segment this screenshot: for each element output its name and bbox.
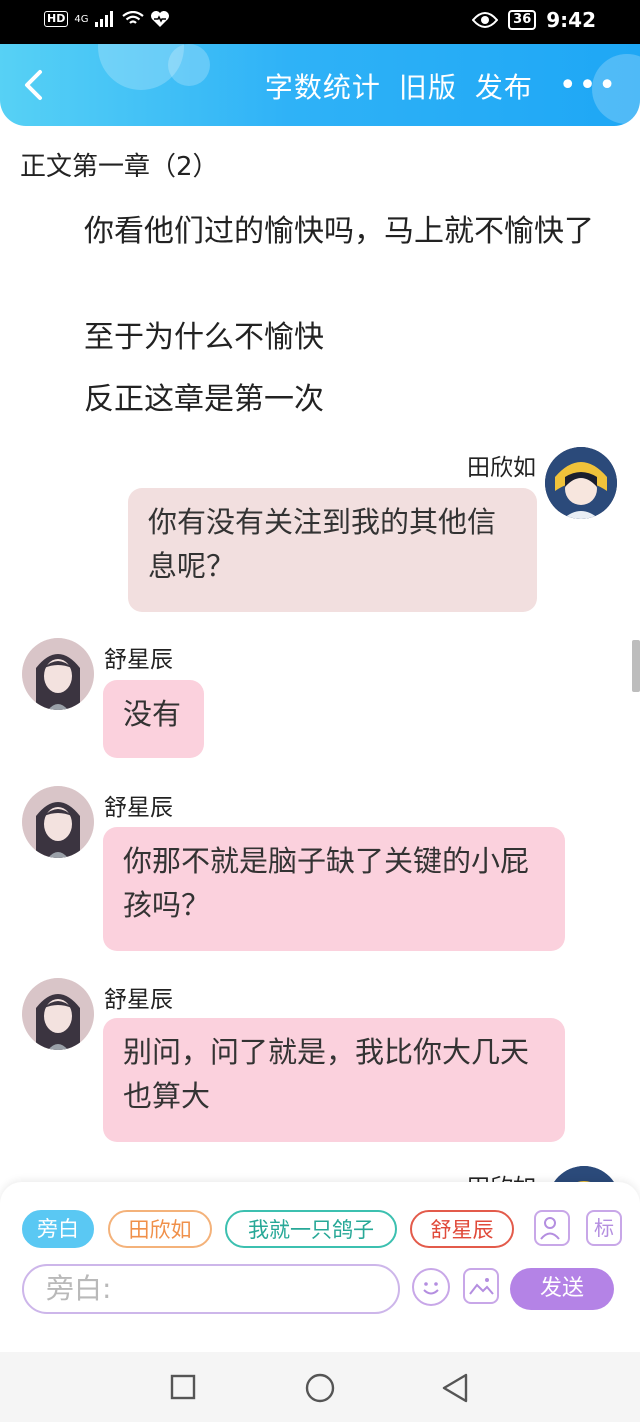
role-chip-shu-xingchen[interactable]: 舒星辰 [410,1210,514,1248]
signal-icon [95,11,114,27]
chapter-title: 正文第一章（2） [20,152,219,182]
clock: 9:42 [546,8,596,32]
back-nav-icon[interactable] [440,1372,470,1404]
hd-badge: HD [44,11,69,27]
message-bubble[interactable]: 没有 [103,680,204,758]
wifi-icon [122,11,145,24]
image-icon[interactable] [463,1268,499,1304]
sender-name: 舒星辰 [104,795,173,821]
health-heart-icon [151,11,170,27]
sender-name: 田欣如 [467,455,536,481]
narration-paragraph[interactable]: 至于为什么不愉快 [20,316,620,360]
sender-name: 舒星辰 [104,987,173,1013]
avatar-shu-xingchen[interactable] [22,638,94,710]
avatar-shu-xingchen[interactable] [22,786,94,858]
status-bar: HD 4G 36 9:42 [0,0,640,44]
more-menu-button[interactable]: ••• [559,71,618,101]
battery-indicator: 36 [508,10,537,30]
recent-apps-icon[interactable] [170,1374,196,1400]
narration-paragraph[interactable]: 你看他们过的愉快吗，马上就不愉快了 [20,210,620,254]
app-header: 字数统计 旧版 发布 ••• [0,44,640,126]
scrollbar[interactable] [632,640,640,692]
back-arrow-icon[interactable] [18,68,52,102]
narration-paragraph[interactable]: 反正这章是第一次 [20,378,620,422]
eye-comfort-icon [472,12,499,28]
home-icon[interactable] [304,1372,336,1404]
input-panel: 旁白 田欣如 我就一只鸽子 舒星辰 标 旁白: 发送 [0,1182,640,1352]
word-count-button[interactable]: 字数统计 [265,66,381,106]
tag-button[interactable]: 标 [586,1210,622,1246]
sender-name: 舒星辰 [104,647,173,673]
decor-bubble [168,44,210,86]
avatar-tian-xinru[interactable] [545,447,617,519]
role-chip-tian-xinru[interactable]: 田欣如 [108,1210,212,1248]
dialogue-input[interactable]: 旁白: [22,1264,400,1314]
avatar-shu-xingchen[interactable] [22,978,94,1050]
message-bubble[interactable]: 你有没有关注到我的其他信息呢？ [128,488,537,612]
role-chip-narration[interactable]: 旁白 [22,1210,94,1248]
message-bubble[interactable]: 别问，问了就是，我比你大几天也算大 [103,1018,565,1142]
send-button[interactable]: 发送 [510,1268,614,1310]
add-character-icon[interactable] [534,1210,570,1246]
old-version-button[interactable]: 旧版 [399,66,457,106]
role-chip-pigeon[interactable]: 我就一只鸽子 [225,1210,397,1248]
emoji-icon[interactable] [412,1268,450,1306]
message-bubble[interactable]: 你那不就是脑子缺了关键的小屁孩吗？ [103,827,565,951]
system-nav-bar [0,1352,640,1422]
network-type: 4G [74,13,89,25]
publish-button[interactable]: 发布 [475,66,533,106]
